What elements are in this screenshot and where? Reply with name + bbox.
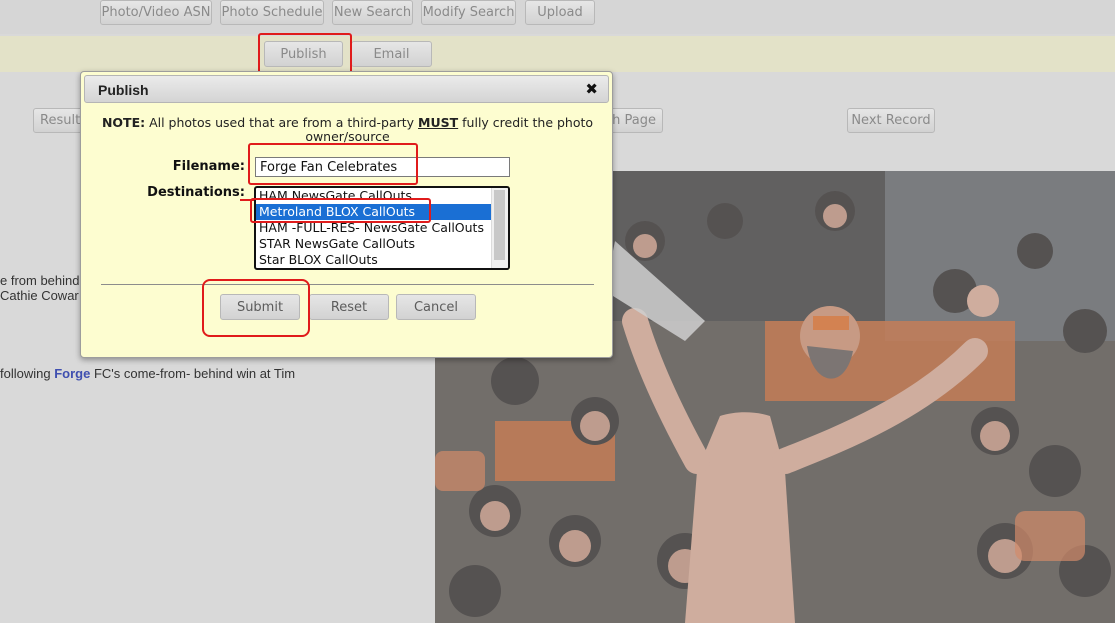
destination-option[interactable]: STAR NewsGate CallOuts [256,236,491,252]
filename-label: Filename: [172,159,245,174]
action-bar [0,36,1115,72]
scrollbar-thumb[interactable] [494,190,505,260]
modify-search-button[interactable]: Modify Search [421,0,516,25]
next-record-button[interactable]: Next Record [847,108,935,133]
publish-button[interactable]: Publish [264,41,343,67]
destinations-label: Destinations: [147,185,245,200]
dialog-divider [101,284,594,285]
background-text-line1: e from behind [0,273,80,288]
destination-option[interactable]: HAM -FULL-RES- NewsGate CallOuts [256,220,491,236]
reset-button[interactable]: Reset [309,294,389,320]
third-party-credit-note: NOTE: All photos used that are from a th… [101,116,594,144]
destination-option[interactable]: Star BLOX CallOuts [256,252,491,268]
photo-video-asn-button[interactable]: Photo/Video ASN [100,0,212,25]
destinations-scrollbar[interactable] [491,188,508,268]
destinations-listbox[interactable]: HAM NewsGate CallOuts Metroland BLOX Cal… [254,186,510,270]
note-label: NOTE: [101,115,146,130]
caption-forge-link[interactable]: Forge [54,366,90,381]
publish-dialog: Publish ✖ NOTE: All photos used that are… [80,71,613,358]
photo-schedule-button[interactable]: Photo Schedule [220,0,324,25]
note-must: MUST [418,115,459,130]
caption-before: following [0,366,55,381]
submit-button[interactable]: Submit [220,294,300,320]
cancel-button[interactable]: Cancel [396,294,476,320]
page-button[interactable]: h Page [608,108,663,133]
dialog-title: Publish [98,82,149,98]
destination-option[interactable]: HAM NewsGate CallOuts [256,188,491,204]
background-text-line2: Cathie Cowar [0,288,79,303]
caption-after: FC's come-from- behind win at Tim [90,366,296,381]
upload-button[interactable]: Upload [525,0,595,25]
note-text-1: All photos used that are from a third-pa… [145,115,419,130]
dialog-titlebar[interactable]: Publish ✖ [84,75,609,103]
email-button[interactable]: Email [351,41,432,67]
new-search-button[interactable]: New Search [332,0,413,25]
background-caption: following Forge FC's come-from- behind w… [0,366,295,381]
destination-option-selected[interactable]: Metroland BLOX CallOuts [256,204,491,220]
filename-input[interactable] [255,157,510,177]
close-icon[interactable]: ✖ [585,80,598,98]
